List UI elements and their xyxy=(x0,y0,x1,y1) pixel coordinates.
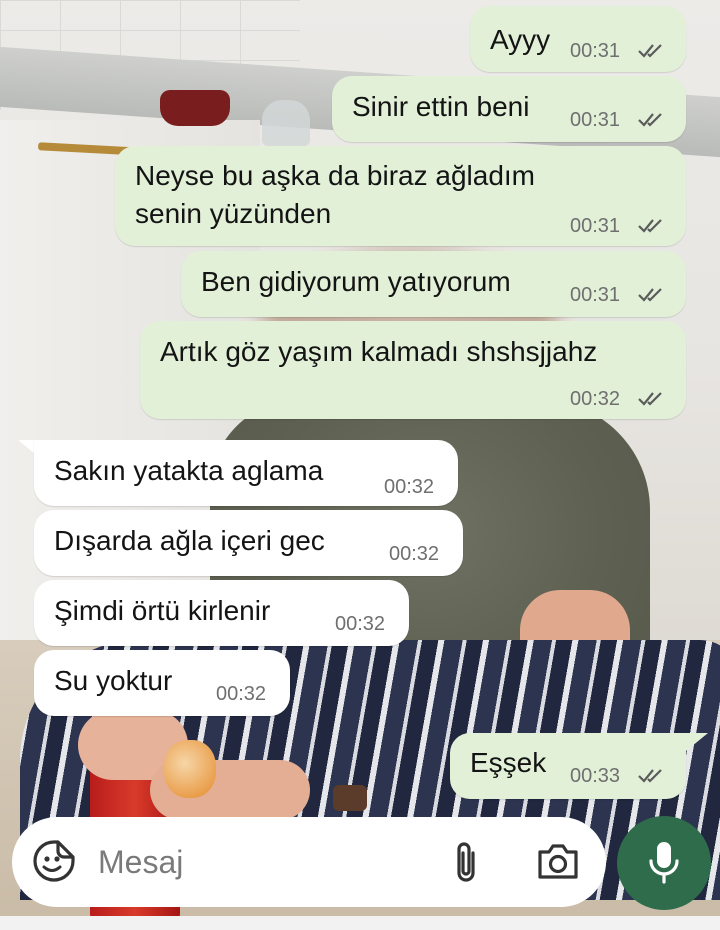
read-ticks-icon xyxy=(638,113,662,127)
message-bubble-outgoing[interactable]: Sinir ettin beni 00:31 xyxy=(332,76,686,142)
message-text: Eşşek xyxy=(470,747,547,778)
message-input[interactable]: Mesaj xyxy=(98,843,183,881)
read-ticks-icon xyxy=(638,288,662,302)
message-text: Su yoktur xyxy=(54,665,173,696)
message-text: Sinir ettin beni xyxy=(352,91,530,122)
message-bubble-outgoing[interactable]: Ayyy 00:31 xyxy=(470,6,686,72)
mic-icon xyxy=(649,842,679,884)
message-bubble-outgoing[interactable]: Neyse bu aşka da biraz ağladım senin yüz… xyxy=(115,146,686,246)
message-time: 00:33 xyxy=(570,765,621,787)
message-bubble-incoming[interactable]: Sakın yatakta aglama 00:32 xyxy=(34,440,458,506)
message-time: 00:31 xyxy=(570,215,621,237)
message-time: 00:32 xyxy=(389,543,440,565)
message-text: Artık göz yaşım kalmadı shshsjjahz xyxy=(160,336,598,367)
message-time: 00:31 xyxy=(570,40,621,62)
message-text: Sakın yatakta aglama xyxy=(54,455,324,486)
message-time: 00:32 xyxy=(335,613,386,635)
message-list[interactable]: Ayyy 00:31 Sinir ettin beni 00:31 Neyse … xyxy=(0,0,720,930)
message-text: Şimdi örtü kirlenir xyxy=(54,595,271,626)
sticker-icon[interactable] xyxy=(32,839,76,883)
message-bubble-outgoing[interactable]: Ben gidiyorum yatıyorum 00:31 xyxy=(181,251,686,317)
attach-icon[interactable] xyxy=(448,839,484,885)
read-ticks-icon xyxy=(638,44,662,58)
message-bubble-incoming[interactable]: Su yoktur 00:32 xyxy=(34,650,290,716)
bubble-tail xyxy=(686,733,708,751)
message-text: Ben gidiyorum yatıyorum xyxy=(201,266,511,297)
read-ticks-icon xyxy=(638,392,662,406)
message-time: 00:32 xyxy=(384,476,435,498)
message-text-line-2: senin yüzünden xyxy=(135,198,332,229)
message-time: 00:31 xyxy=(570,284,621,306)
message-text: Ayyy xyxy=(490,24,551,55)
message-bubble-outgoing[interactable]: Artık göz yaşım kalmadı shshsjjahz 00:32 xyxy=(140,321,686,419)
message-time: 00:32 xyxy=(570,388,621,410)
message-text-line-1: Neyse bu aşka da biraz ağladım xyxy=(135,160,535,191)
message-bubble-outgoing[interactable]: Eşşek 00:33 xyxy=(450,733,686,799)
message-time: 00:31 xyxy=(570,109,621,131)
message-text: Dışarda ağla içeri gec xyxy=(54,525,325,556)
mic-button[interactable] xyxy=(617,816,711,910)
read-ticks-icon xyxy=(638,769,662,783)
camera-icon[interactable] xyxy=(536,841,580,881)
message-input-bar[interactable]: Mesaj xyxy=(12,817,606,907)
message-bubble-incoming[interactable]: Dışarda ağla içeri gec 00:32 xyxy=(34,510,463,576)
message-bubble-incoming[interactable]: Şimdi örtü kirlenir 00:32 xyxy=(34,580,409,646)
message-time: 00:32 xyxy=(216,683,267,705)
read-ticks-icon xyxy=(638,219,662,233)
